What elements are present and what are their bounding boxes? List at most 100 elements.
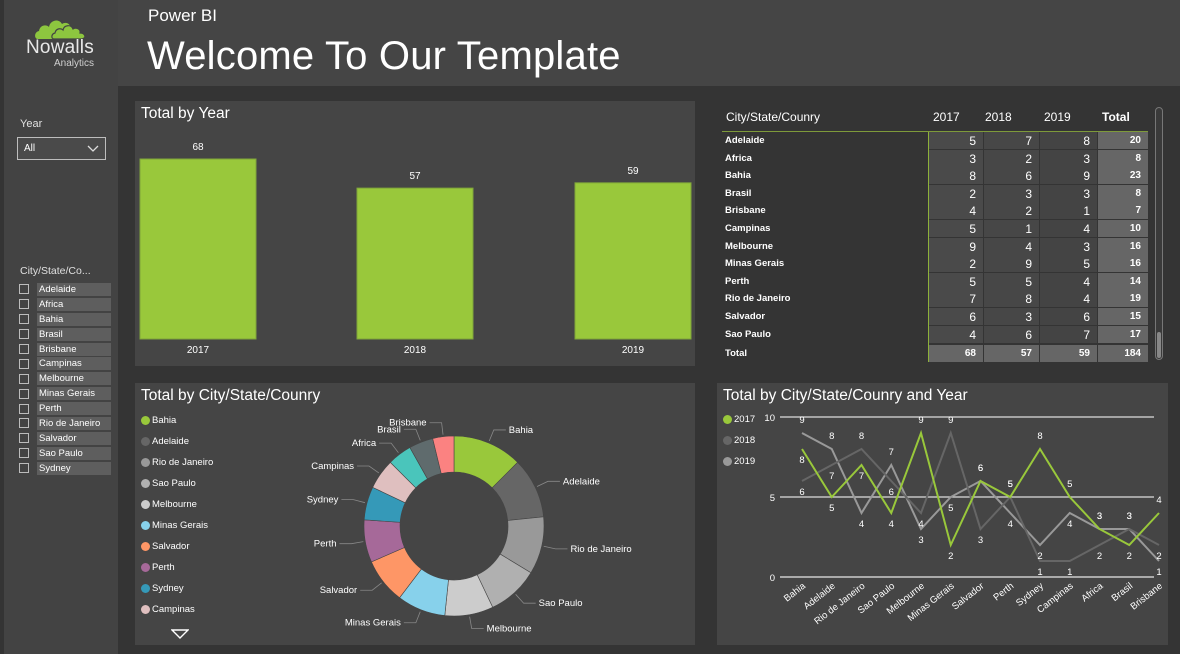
checkbox[interactable] <box>19 373 29 384</box>
city-slicer-item[interactable]: Rio de Janeiro <box>19 416 111 431</box>
point-data-label: 3 <box>1127 511 1132 522</box>
row-total-cell: 184 <box>1098 345 1148 363</box>
leader-line <box>339 541 364 545</box>
app-name: Power BI <box>148 6 217 25</box>
city-slicer-item-label: Sao Paulo <box>37 446 111 460</box>
matrix-header-total[interactable]: Total <box>1102 110 1130 124</box>
year-dropdown[interactable]: All <box>17 137 106 160</box>
row-label: Africa <box>725 152 752 164</box>
city-slicer-item[interactable]: Africa <box>19 297 111 312</box>
city-slicer-item[interactable]: Adelaide <box>19 282 111 297</box>
x-tick-label: 2019 <box>622 345 645 356</box>
total-by-city-year-line-chart[interactable]: Total by City/State/Counry and Year 2017… <box>717 383 1168 645</box>
point-data-label: 1 <box>1156 567 1161 578</box>
city-slicer-item[interactable]: Campinas <box>19 356 111 371</box>
slice-label: Adelaide <box>563 476 600 487</box>
matrix-header-2018[interactable]: 2018 <box>985 110 1012 124</box>
city-slicer-item[interactable]: Bahia <box>19 312 111 327</box>
matrix-row: Salvador 6 3 6 15 <box>722 308 1148 326</box>
value-cell: 3 <box>1040 237 1097 255</box>
point-data-label: 8 <box>829 431 834 442</box>
value-cell: 8 <box>929 167 983 185</box>
y-tick-label: 0 <box>770 573 775 584</box>
city-slicer-item[interactable]: Minas Gerais <box>19 386 111 401</box>
year-dropdown-value: All <box>24 143 36 154</box>
value-cell: 5 <box>929 132 983 149</box>
city-slicer-item[interactable]: Perth <box>19 401 111 416</box>
point-data-label: 3 <box>978 535 983 546</box>
value-cell: 4 <box>1040 290 1097 308</box>
matrix-header-2017[interactable]: 2017 <box>933 110 960 124</box>
row-label: Total <box>725 348 747 360</box>
leader-line <box>403 428 421 441</box>
city-slicer-item[interactable]: Brasil <box>19 327 111 342</box>
checkbox[interactable] <box>19 403 29 414</box>
x-tick-label: Salvador <box>950 581 986 613</box>
checkbox[interactable] <box>19 418 29 429</box>
slice-label: Brisbane <box>389 418 427 429</box>
slice-label: Minas Gerais <box>345 618 401 629</box>
city-slicer-item[interactable]: Sao Paulo <box>19 446 111 461</box>
matrix-header-2019[interactable]: 2019 <box>1044 110 1071 124</box>
value-cell: 8 <box>984 290 1039 308</box>
point-data-label: 2 <box>948 551 953 562</box>
total-by-city-donut[interactable]: Total by City/State/Counry Bahia Adelaide… <box>135 383 695 645</box>
row-total-cell: 19 <box>1098 290 1148 308</box>
point-data-label: 2 <box>1037 551 1042 562</box>
point-data-label: 4 <box>1008 519 1013 530</box>
checkbox[interactable] <box>19 299 29 310</box>
row-total-cell: 20 <box>1098 132 1148 149</box>
checkbox[interactable] <box>19 388 29 399</box>
city-slicer-item[interactable]: Brisbane <box>19 342 111 357</box>
total-by-year-chart[interactable]: Total by Year 68 2017 57 2018 59 2019 <box>135 101 695 366</box>
checkbox[interactable] <box>19 433 29 444</box>
value-cell: 6 <box>929 308 983 325</box>
matrix-row: Minas Gerais 2 9 5 16 <box>722 255 1148 273</box>
value-cell: 4 <box>1040 272 1097 290</box>
value-cell: 3 <box>929 149 983 167</box>
matrix-header-city[interactable]: City/State/Counry <box>726 110 820 124</box>
row-label: Campinas <box>725 223 771 234</box>
bar-chart-svg: 68 2017 57 2018 59 2019 <box>139 142 692 356</box>
city-slicer-item[interactable]: Melbourne <box>19 371 111 386</box>
value-cell: 68 <box>929 345 983 363</box>
bar-2018[interactable] <box>356 187 474 340</box>
bar-2019[interactable] <box>574 182 692 340</box>
leader-line <box>469 616 484 629</box>
row-label: Brisbane <box>725 205 766 217</box>
point-data-label: 7 <box>889 447 894 458</box>
city-year-matrix: City/State/Counry 2017 2018 2019 Total A… <box>718 101 1168 366</box>
checkbox[interactable] <box>19 358 29 369</box>
point-data-label: 2 <box>1156 551 1161 562</box>
matrix-scrollbar[interactable] <box>1155 107 1163 360</box>
value-cell: 57 <box>984 345 1039 363</box>
point-data-label: 4 <box>1067 519 1072 530</box>
row-label: Salvador <box>725 311 766 322</box>
checkbox[interactable] <box>19 344 29 354</box>
logo-subtitle: Analytics <box>54 58 95 69</box>
point-data-label: 4 <box>889 519 894 530</box>
row-label: Adelaide <box>725 135 765 146</box>
city-slicer-item[interactable]: Sydney <box>19 461 111 476</box>
value-cell: 7 <box>984 132 1039 149</box>
row-total-cell: 15 <box>1098 308 1148 325</box>
leader-line <box>488 429 506 442</box>
city-slicer-item-label: Adelaide <box>37 282 111 296</box>
checkbox[interactable] <box>19 314 29 325</box>
checkbox[interactable] <box>19 329 29 340</box>
leader-line <box>536 480 560 487</box>
row-total-cell: 23 <box>1098 167 1148 185</box>
city-slicer-item[interactable]: Salvador <box>19 431 111 446</box>
point-data-label: 5 <box>948 503 953 514</box>
scrollbar-thumb[interactable] <box>1157 332 1161 358</box>
point-data-label: 1 <box>1037 567 1042 578</box>
bar-2017[interactable] <box>139 158 257 340</box>
checkbox[interactable] <box>19 448 29 459</box>
value-cell: 4 <box>1040 220 1097 237</box>
checkbox[interactable] <box>19 463 29 474</box>
slice-label: Bahia <box>509 425 534 436</box>
city-slicer-label: City/State/Co... <box>20 265 91 277</box>
point-data-label: 4 <box>918 519 923 530</box>
slice-label: Melbourne <box>487 623 532 634</box>
checkbox[interactable] <box>19 284 29 295</box>
